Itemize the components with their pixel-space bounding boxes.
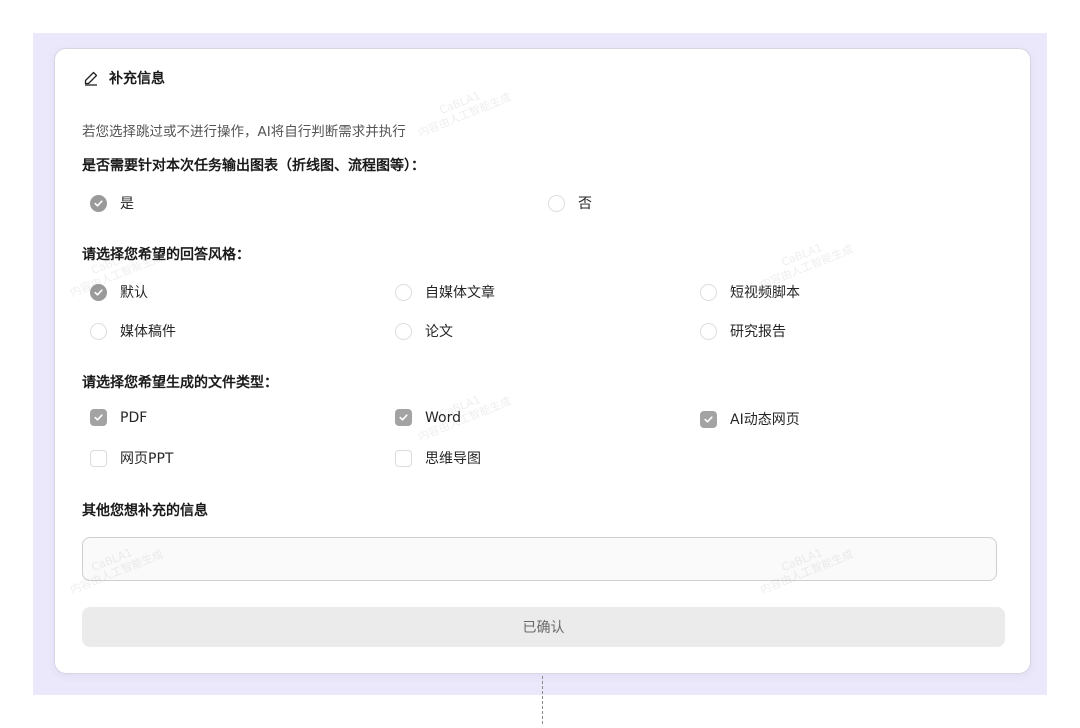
checkbox-empty-icon [90,449,107,467]
radio-empty-icon [700,322,717,340]
checkbox-option-label: 网页PPT [120,451,174,467]
watermark: CaBLA1 内容由人工智能生成 [416,88,513,140]
radio-option-label: 研究报告 [730,324,786,340]
radio-option-label: 短视频脚本 [730,285,800,301]
radio-option-label: 默认 [120,285,148,301]
checkbox-checked-icon [395,409,412,426]
checkbox-checked-icon [700,410,717,428]
radio-empty-icon [548,194,565,212]
extra-info-label: 其他您想补充的信息 [82,503,208,519]
radio-option-press-release[interactable]: 媒体稿件 [90,321,176,341]
extra-info-input[interactable] [82,537,997,581]
radio-option-label: 是 [120,196,134,212]
radio-selected-icon [90,283,107,301]
connector-dashed-line [542,676,543,724]
checkbox-checked-icon [90,409,107,426]
radio-empty-icon [90,322,107,340]
checkbox-option-label: PDF [120,409,148,426]
radio-empty-icon [395,283,412,301]
radio-option-default[interactable]: 默认 [90,282,148,302]
checkbox-option-label: 思维导图 [425,451,481,467]
q2-style-question: 请选择您希望的回答风格： [82,247,250,263]
pencil-icon [83,70,99,86]
radio-option-short-video[interactable]: 短视频脚本 [700,282,800,302]
card-header: 补充信息 [83,68,165,88]
q3-file-type-question: 请选择您希望生成的文件类型： [82,375,278,391]
checkbox-option-ai-webpage[interactable]: AI动态网页 [700,409,800,429]
radio-empty-icon [395,322,412,340]
checkbox-option-mind-map[interactable]: 思维导图 [395,448,481,468]
radio-option-label: 论文 [425,324,453,340]
radio-option-label: 否 [578,196,592,212]
skip-hint: 若您选择跳过或不进行操作，AI将自行判断需求并执行 [82,124,406,140]
radio-option-self-media[interactable]: 自媒体文章 [395,282,495,302]
radio-option-no[interactable]: 否 [548,193,592,213]
card-title: 补充信息 [109,71,165,87]
checkbox-empty-icon [395,449,412,467]
checkbox-option-word[interactable]: Word [395,409,461,426]
checkbox-option-label: Word [425,409,461,426]
radio-option-label: 自媒体文章 [425,285,495,301]
radio-empty-icon [700,283,717,301]
radio-option-yes[interactable]: 是 [90,193,134,213]
radio-option-research-report[interactable]: 研究报告 [700,321,786,341]
checkbox-option-label: AI动态网页 [730,412,800,428]
confirm-button[interactable]: 已确认 [82,607,1005,647]
checkbox-option-pdf[interactable]: PDF [90,409,147,426]
radio-selected-icon [90,194,107,212]
radio-option-label: 媒体稿件 [120,324,176,340]
checkbox-option-web-ppt[interactable]: 网页PPT [90,448,173,468]
radio-option-paper[interactable]: 论文 [395,321,453,341]
supplementary-info-card: 补充信息 若您选择跳过或不进行操作，AI将自行判断需求并执行 是否需要针对本次任… [54,48,1031,674]
q1-chart-question: 是否需要针对本次任务输出图表（折线图、流程图等）： [82,158,425,174]
